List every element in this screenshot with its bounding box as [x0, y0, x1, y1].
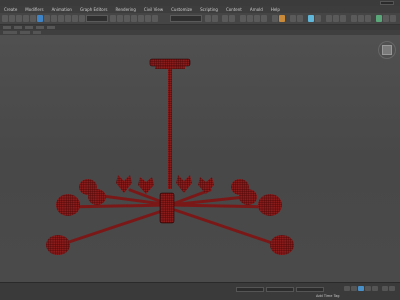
open-explorer-icon[interactable]	[326, 15, 332, 22]
link-icon[interactable]	[16, 15, 22, 22]
plugin-icon[interactable]	[365, 15, 371, 22]
select-icon[interactable]	[37, 15, 43, 22]
folder-icon[interactable]	[340, 15, 346, 22]
percent-snap-icon[interactable]	[145, 15, 151, 22]
x-coordinate-field[interactable]	[236, 287, 264, 292]
settings-icon[interactable]	[383, 15, 389, 22]
viewport-layout-icon[interactable]	[351, 15, 357, 22]
schematic-view-icon[interactable]	[247, 15, 253, 22]
menu-item-arnold[interactable]: Arnold	[250, 6, 263, 13]
prev-frame-icon[interactable]	[351, 286, 357, 291]
perspective-viewport[interactable]	[0, 35, 400, 282]
keyboard-shortcut-icon[interactable]	[124, 15, 130, 22]
a360-icon[interactable]	[315, 15, 321, 22]
menu-item-rendering[interactable]: Rendering	[115, 6, 135, 13]
reference-coord-dropdown[interactable]	[86, 15, 108, 22]
polygon-modeling-tab[interactable]	[3, 31, 17, 34]
y-coordinate-field[interactable]	[266, 287, 294, 292]
scene-converter-icon[interactable]	[376, 15, 382, 22]
scene-explorer-icon[interactable]	[229, 15, 235, 22]
orbit-icon[interactable]	[389, 286, 395, 291]
viewcube-icon[interactable]	[382, 45, 392, 55]
select-region-icon[interactable]	[44, 15, 50, 22]
material-editor-icon[interactable]	[254, 15, 260, 22]
move-icon[interactable]	[65, 15, 71, 22]
main-toolbar	[0, 13, 400, 25]
undo-icon[interactable]	[2, 15, 8, 22]
center-stem	[168, 69, 172, 189]
render-iterative-icon[interactable]	[290, 15, 296, 22]
render-setup-icon[interactable]	[261, 15, 267, 22]
chandelier-model[interactable]	[0, 35, 400, 282]
spinner-snap-icon[interactable]	[152, 15, 158, 22]
arnold-icon[interactable]	[308, 15, 314, 22]
modify-selection-tab[interactable]	[20, 31, 30, 34]
menu-bar: Create Modifiers Animation Graph Editors…	[0, 6, 400, 13]
menu-item-animation[interactable]: Animation	[52, 6, 72, 13]
menu-item-modifiers[interactable]: Modifiers	[25, 6, 43, 13]
ribbon-tab-object-paint[interactable]	[36, 26, 44, 29]
unlink-icon[interactable]	[23, 15, 29, 22]
align-icon[interactable]	[212, 15, 218, 22]
render-icon[interactable]	[279, 15, 285, 22]
mirror-icon[interactable]	[205, 15, 211, 22]
menu-item-help[interactable]: Help	[271, 6, 280, 13]
angle-snap-icon[interactable]	[138, 15, 144, 22]
curve-editor-icon[interactable]	[240, 15, 246, 22]
ribbon-tab-freeform[interactable]	[14, 26, 22, 29]
ceiling-canopy	[149, 58, 191, 69]
named-selection-dropdown[interactable]	[170, 15, 202, 22]
menu-item-scripting[interactable]: Scripting	[200, 6, 218, 13]
workspace-icon[interactable]	[358, 15, 364, 22]
goto-start-icon[interactable]	[344, 286, 350, 291]
rendered-frame-icon[interactable]	[272, 15, 278, 22]
pivot-icon[interactable]	[110, 15, 116, 22]
menu-item-create[interactable]: Create	[4, 6, 17, 13]
ribbon-tab-populate[interactable]	[47, 26, 55, 29]
menu-item-customize[interactable]: Customize	[171, 6, 192, 13]
activeshade-icon[interactable]	[297, 15, 303, 22]
edit-tab[interactable]	[33, 31, 41, 34]
bind-icon[interactable]	[30, 15, 36, 22]
select-manipulate-icon[interactable]	[117, 15, 123, 22]
add-time-tag[interactable]: Add Time Tag	[316, 294, 340, 298]
goto-end-icon[interactable]	[372, 286, 378, 291]
redo-icon[interactable]	[9, 15, 15, 22]
search-box[interactable]	[380, 1, 394, 5]
select-by-name-icon[interactable]	[51, 15, 57, 22]
layer-icon[interactable]	[222, 15, 228, 22]
scale-icon[interactable]	[79, 15, 85, 22]
ribbon-tab-selection[interactable]	[25, 26, 33, 29]
menu-item-content[interactable]: Content	[226, 6, 242, 13]
menu-item-civil-view[interactable]: Civil View	[144, 6, 163, 13]
snap-icon[interactable]	[131, 15, 137, 22]
project-icon[interactable]	[333, 15, 339, 22]
help-icon[interactable]	[390, 15, 396, 22]
center-hub	[159, 192, 175, 224]
status-bar: Add Time Tag	[0, 282, 400, 300]
play-icon[interactable]	[358, 286, 364, 291]
ribbon-tab-modeling[interactable]	[3, 26, 11, 29]
window-crossing-icon[interactable]	[58, 15, 64, 22]
rotate-icon[interactable]	[72, 15, 78, 22]
zoom-icon[interactable]	[382, 286, 388, 291]
next-frame-icon[interactable]	[365, 286, 371, 291]
menu-item-graph-editors[interactable]: Graph Editors	[80, 6, 107, 13]
z-coordinate-field[interactable]	[296, 287, 324, 292]
